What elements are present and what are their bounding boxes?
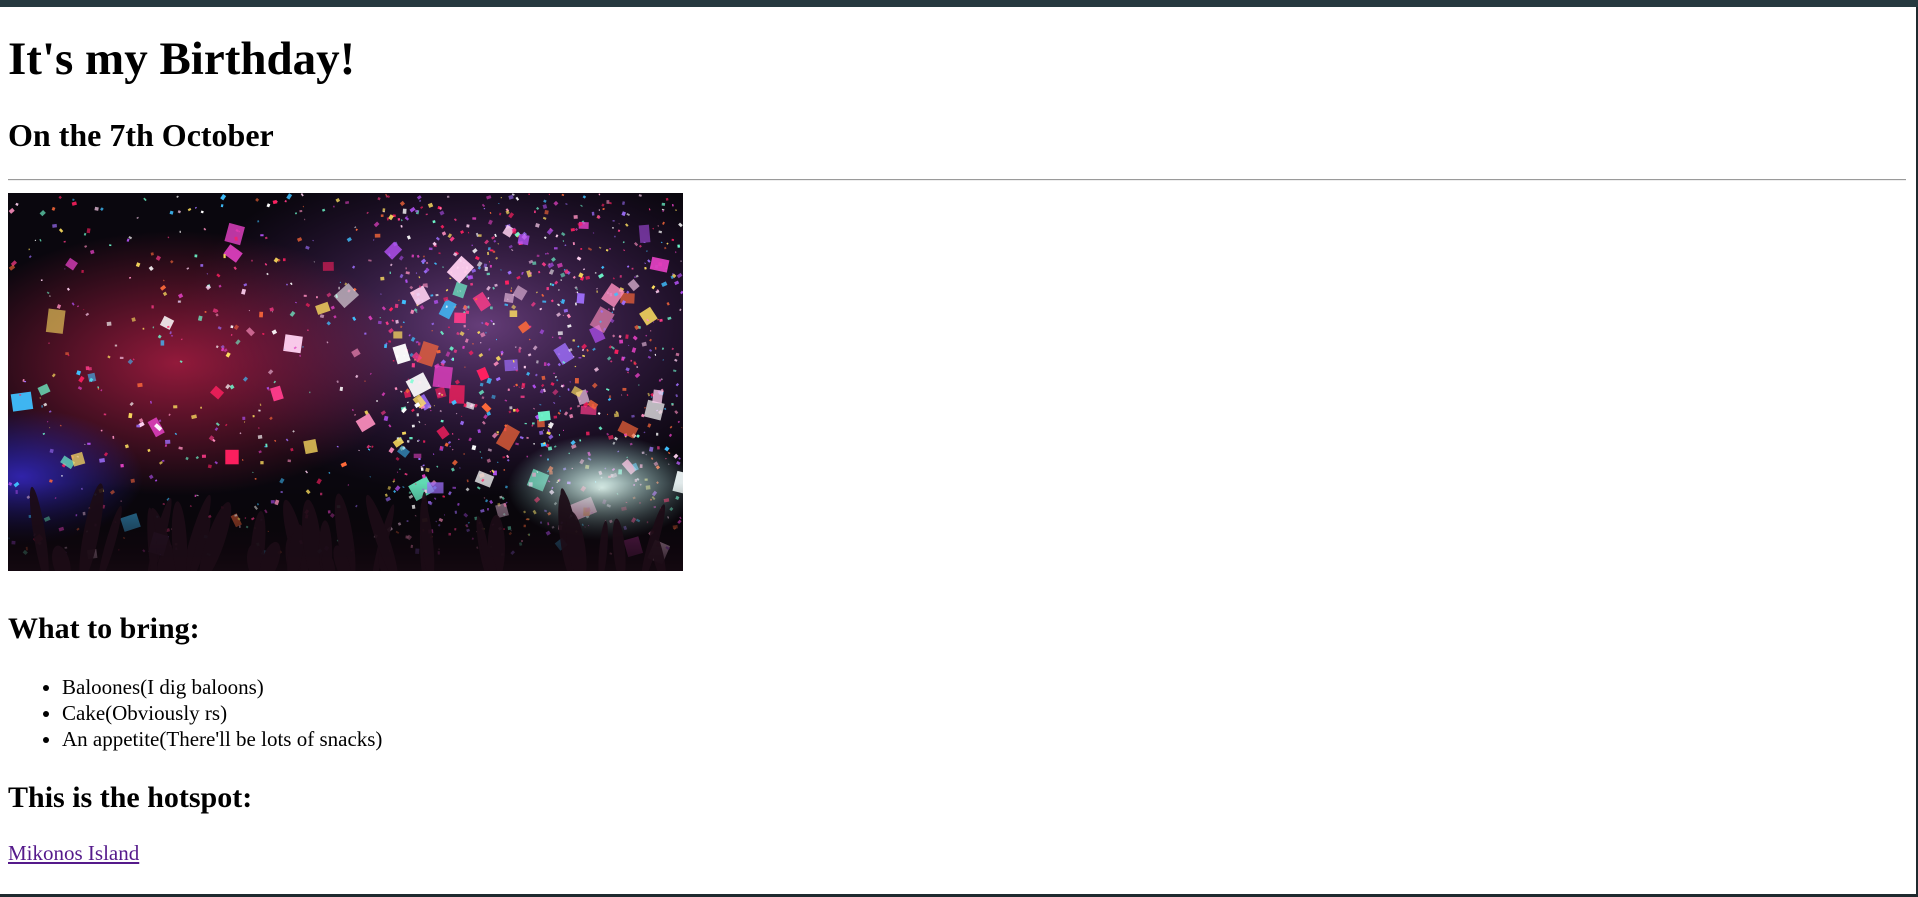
hotspot-heading: This is the hotspot:: [8, 781, 253, 814]
list-item: An appetite(There'll be lots of snacks): [62, 726, 382, 752]
list-item: Baloones(I dig baloons): [62, 674, 382, 700]
bring-list: Baloones(I dig baloons) Cake(Obviously r…: [8, 674, 382, 752]
page-subtitle: On the 7th October: [8, 117, 274, 153]
mikonos-island-link[interactable]: Mikonos Island: [8, 843, 139, 864]
horizontal-divider: [8, 179, 1906, 181]
page-title: It's my Birthday!: [8, 33, 356, 85]
what-to-bring-heading: What to bring:: [8, 612, 200, 645]
list-item: Cake(Obviously rs): [62, 700, 382, 726]
window-top-bar: [0, 0, 1918, 7]
confetti-party-image: [8, 193, 683, 571]
